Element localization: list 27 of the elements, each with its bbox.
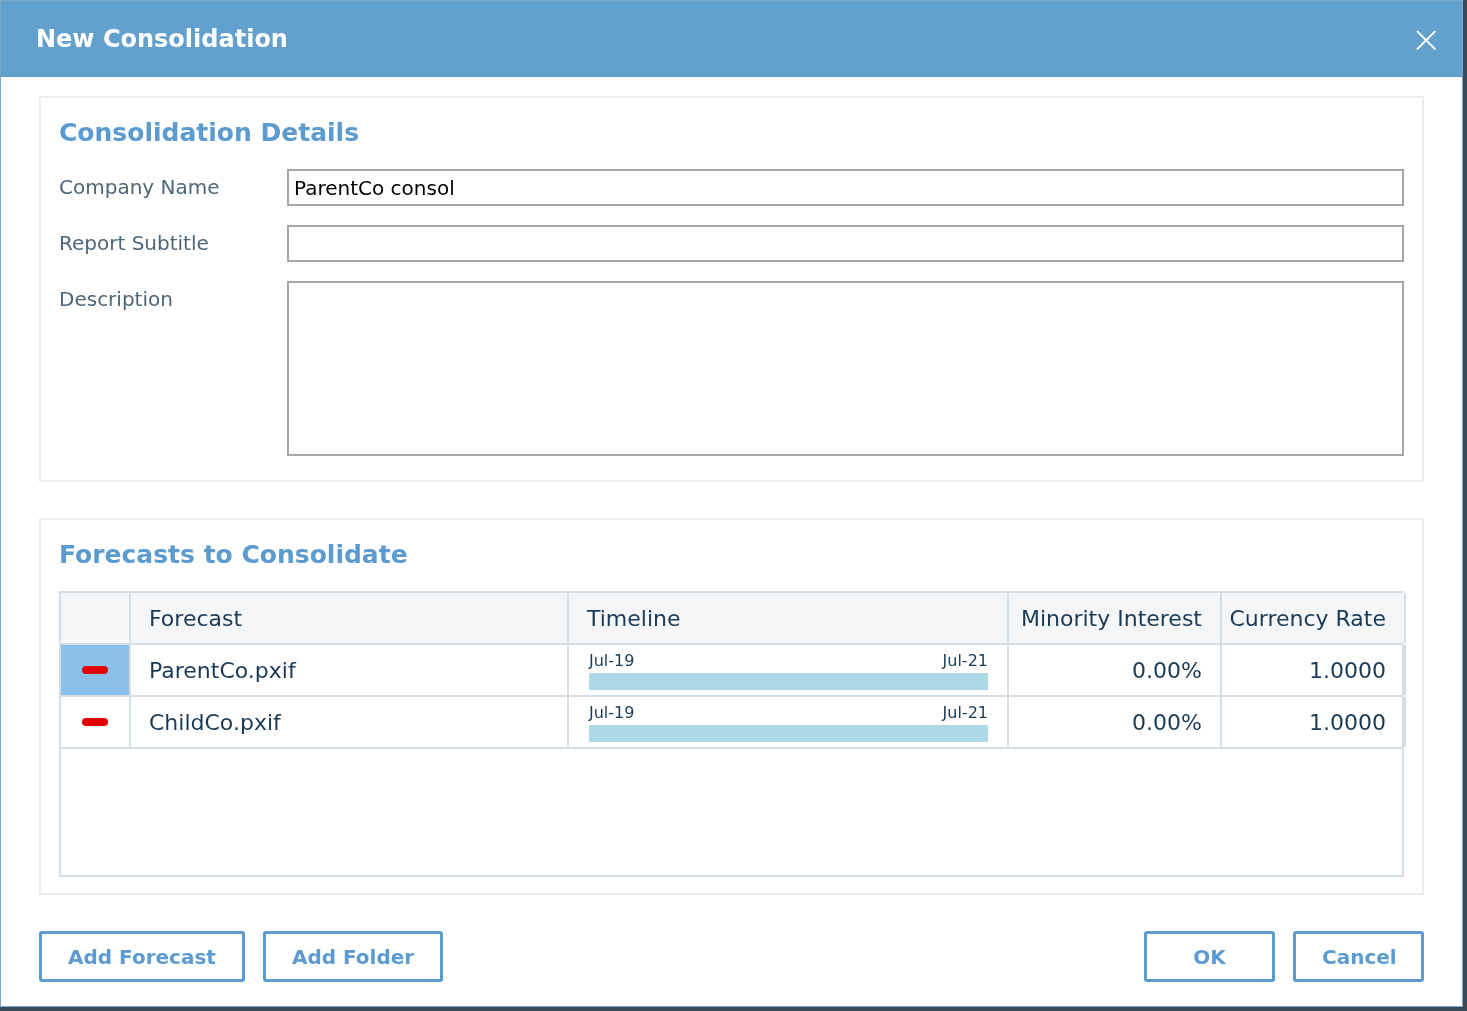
input-field[interactable]: ParentCo consol (287, 169, 1404, 206)
timeline-start: Jul-19 (589, 702, 635, 724)
ok-button[interactable]: OK (1144, 931, 1275, 982)
action-button[interactable]: Add Folder (262, 931, 444, 982)
timeline-start: Jul-19 (589, 650, 635, 672)
row-selector[interactable] (61, 645, 131, 695)
cancel-button[interactable]: Cancel (1293, 931, 1424, 982)
table-cell: 0.00% (1009, 697, 1222, 747)
description-field[interactable] (287, 281, 1404, 456)
section-heading: Forecasts to Consolidate (59, 540, 409, 569)
table-cell: ParentCo.pxif (131, 645, 569, 695)
table-cell: ChildCo.pxif (131, 697, 569, 747)
input-field[interactable] (287, 225, 1404, 262)
field-label: Company Name (59, 174, 221, 199)
table-cell: 0.00% (1009, 645, 1222, 695)
table-cell: 1.0000 (1222, 697, 1406, 747)
remove-icon[interactable] (82, 718, 108, 726)
timeline-end: Jul-21 (942, 650, 988, 672)
section-heading: Consolidation Details (59, 118, 361, 147)
close-button[interactable]: × (1404, 20, 1448, 58)
remove-icon[interactable] (82, 666, 108, 674)
table-cell: 1.0000 (1222, 645, 1406, 695)
timeline-end: Jul-21 (942, 702, 988, 724)
field-label: Report Subtitle (59, 230, 210, 255)
window-title: New Consolidation (36, 25, 288, 53)
field-label: Description (59, 286, 174, 311)
action-button[interactable]: Add Forecast (39, 931, 245, 982)
